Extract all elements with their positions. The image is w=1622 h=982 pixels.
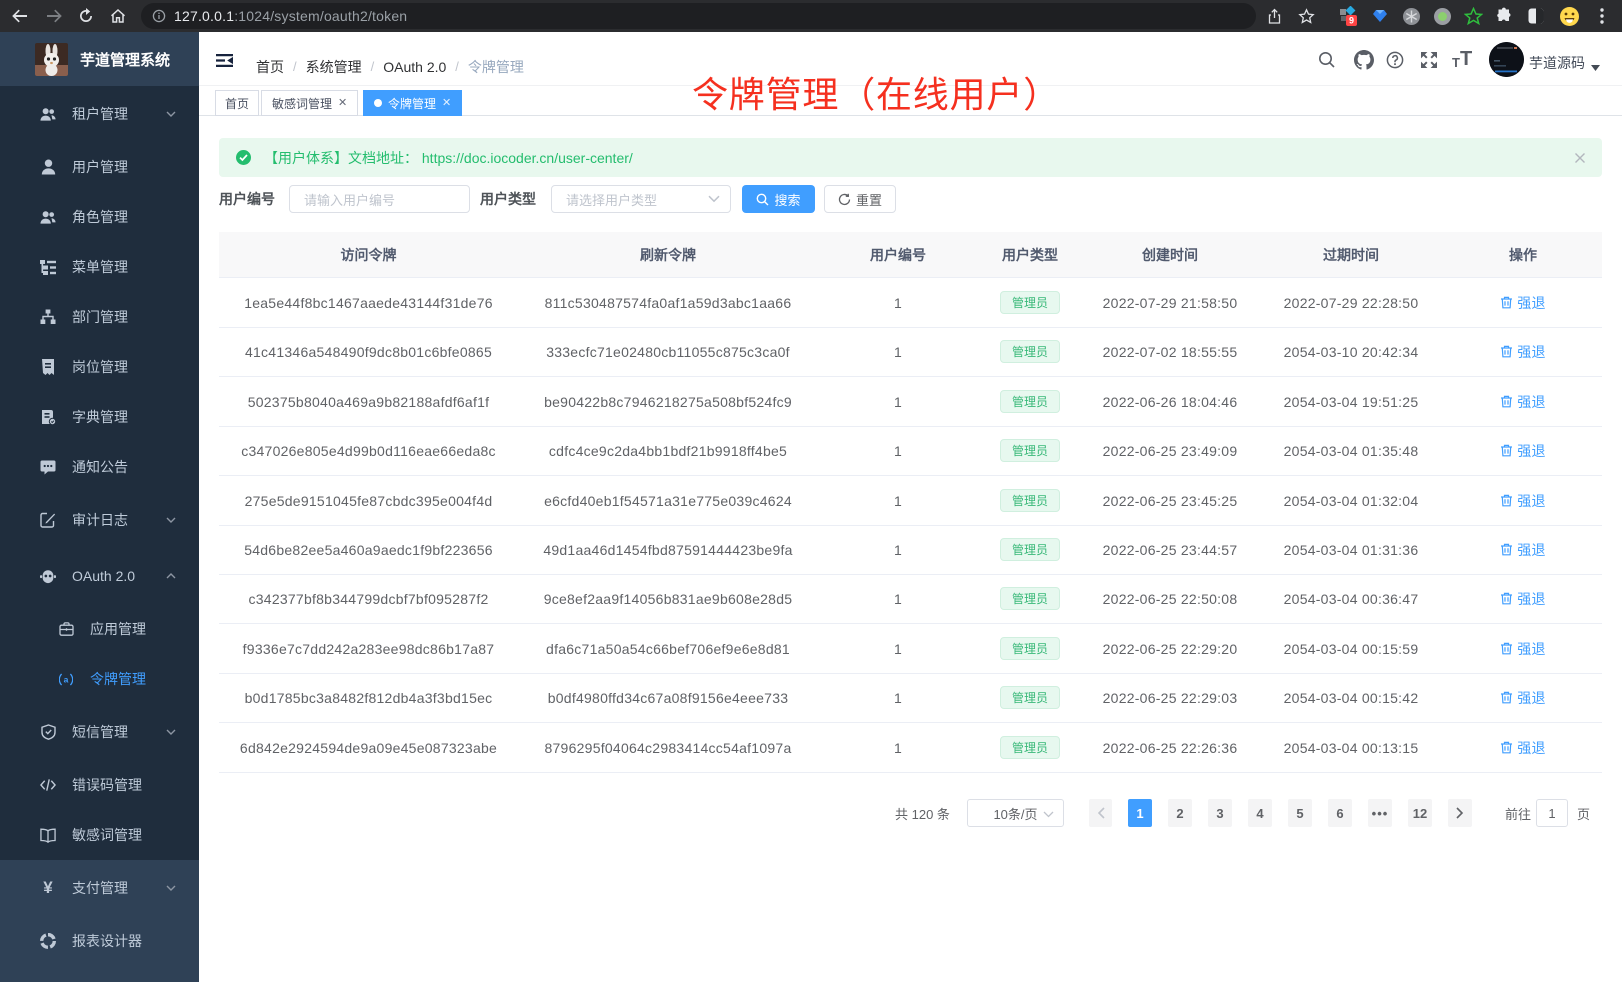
svg-text:a: a [64,674,69,684]
svg-text:9: 9 [1349,16,1354,26]
